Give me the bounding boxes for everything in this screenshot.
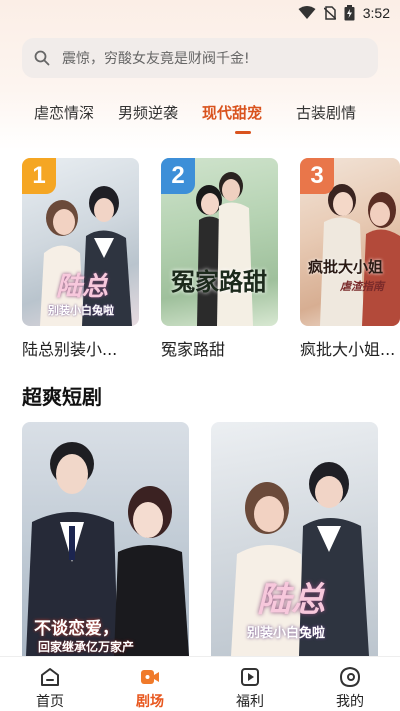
featured-2-title: 陆总 (257, 580, 325, 620)
poster-3-title: 疯批大小姐 (308, 258, 384, 276)
status-bar: 3:52 (0, 0, 400, 28)
ranked-poster-3[interactable]: 3 疯批大小姐 虐渣指南 (300, 158, 400, 326)
nav-welfare-label: 福利 (236, 694, 264, 710)
tab-nuelian[interactable]: 虐恋情深 (34, 102, 94, 123)
tab-guzhuang[interactable]: 古装剧情 (296, 102, 356, 123)
active-tab-indicator (235, 131, 251, 134)
search-placeholder: 震惊，穷酸女友竟是财阀千金! (62, 51, 250, 67)
nav-theater-label: 剧场 (136, 694, 164, 710)
profile-icon (339, 666, 361, 688)
featured-poster-2[interactable]: 陆总 别装小白兔啦 (211, 422, 378, 656)
nav-home[interactable]: 首页 (0, 657, 100, 711)
no-sim-icon (323, 6, 336, 20)
featured-poster-1[interactable]: 不谈恋爱， 回家继承亿万家产 (22, 422, 189, 656)
theater-icon (141, 670, 159, 684)
rank-badge-2: 2 (161, 158, 195, 194)
nav-profile-label: 我的 (336, 694, 364, 710)
featured-1-title: 不谈恋爱， (34, 619, 119, 639)
rank-badge-3: 3 (300, 158, 334, 194)
poster-1-title: 陆总 (56, 272, 109, 302)
nav-profile[interactable]: 我的 (300, 657, 400, 711)
ranked-caption-1[interactable]: 陆总别装小... (22, 336, 117, 360)
battery-icon (344, 5, 355, 21)
category-tabs: 虐恋情深 男频逆袭 现代甜宠 古装剧情 (0, 98, 400, 138)
ranked-poster-1[interactable]: 1 陆总 别装小白兔啦 (22, 158, 139, 326)
nav-home-label: 首页 (36, 694, 64, 710)
wifi-icon (298, 6, 316, 19)
featured-2-subtitle: 别装小白兔啦 (247, 626, 326, 641)
section-title: 超爽短剧 (22, 385, 102, 409)
poster-2-title: 冤家路甜 (171, 268, 267, 296)
rank-badge-1: 1 (22, 158, 56, 194)
welfare-icon (241, 668, 259, 686)
ranked-poster-2[interactable]: 2 冤家路甜 (161, 158, 278, 326)
nav-welfare[interactable]: 福利 (200, 657, 300, 711)
ranked-caption-3[interactable]: 疯批大小姐... (300, 336, 395, 360)
tab-nanpin[interactable]: 男频逆袭 (118, 102, 178, 123)
ranked-caption-2[interactable]: 冤家路甜 (161, 336, 225, 360)
search-bar[interactable]: 震惊，穷酸女友竟是财阀千金! (22, 38, 378, 78)
search-icon (34, 50, 50, 66)
tab-xiandai[interactable]: 现代甜宠 (202, 102, 262, 123)
featured-1-subtitle: 回家继承亿万家产 (38, 640, 135, 654)
status-time: 3:52 (362, 5, 390, 21)
poster-3-subtitle: 虐渣指南 (340, 280, 384, 293)
poster-1-subtitle: 别装小白兔啦 (48, 304, 114, 317)
bottom-navigation: 首页 剧场 福利 我的 (0, 656, 400, 711)
home-icon (41, 668, 59, 686)
nav-theater[interactable]: 剧场 (100, 657, 200, 711)
